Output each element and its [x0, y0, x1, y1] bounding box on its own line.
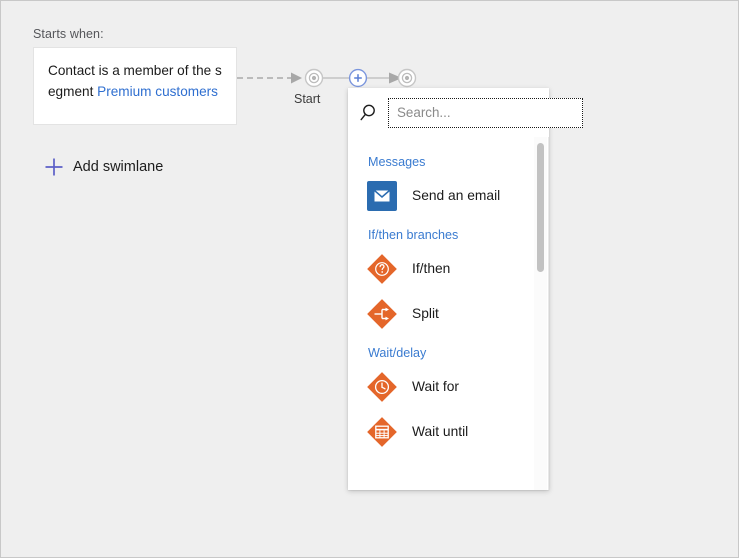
envelope-icon: [364, 178, 400, 214]
list-item-label: Send an email: [412, 188, 500, 203]
add-swimlane-label: Add swimlane: [73, 159, 163, 175]
plus-icon: [43, 156, 65, 178]
dashed-arrow-icon: [291, 73, 302, 84]
add-step-flyout: Messages Send an email If/then branches: [348, 88, 549, 490]
search-input[interactable]: [388, 98, 583, 128]
split-branch-icon: [364, 296, 400, 332]
flyout-scrollbar-thumb[interactable]: [537, 143, 544, 272]
add-swimlane-button[interactable]: Add swimlane: [43, 156, 163, 178]
step-list-inner: Messages Send an email If/then branches: [348, 137, 534, 454]
flyout-scrollbar[interactable]: [534, 137, 547, 490]
start-circle-icon[interactable]: [306, 70, 323, 87]
group-title-wait-delay: Wait/delay: [348, 336, 534, 364]
list-item-split[interactable]: Split: [348, 291, 534, 336]
end-circle-icon[interactable]: [399, 70, 416, 87]
list-item-label: Wait until: [412, 424, 468, 439]
journey-designer-canvas: Starts when: Contact is a member of the …: [0, 0, 739, 558]
group-title-if-then-branches: If/then branches: [348, 218, 534, 246]
calendar-icon: [364, 414, 400, 450]
segment-link[interactable]: Premium customers: [97, 84, 218, 99]
list-item-label: If/then: [412, 261, 450, 276]
list-item-wait-until[interactable]: Wait until: [348, 409, 534, 454]
list-item-send-an-email[interactable]: Send an email: [348, 173, 534, 218]
search-row: [348, 88, 549, 137]
plus-circle-icon[interactable]: [350, 70, 367, 87]
question-mark-icon: [364, 251, 400, 287]
list-item-wait-for[interactable]: Wait for: [348, 364, 534, 409]
trigger-card-text: Contact is a member of the segment Premi…: [48, 60, 222, 102]
list-item-label: Split: [412, 306, 439, 321]
trigger-card[interactable]: Contact is a member of the segment Premi…: [33, 47, 237, 125]
list-item-if-then[interactable]: If/then: [348, 246, 534, 291]
starts-when-label: Starts when:: [33, 27, 104, 41]
clock-icon: [364, 369, 400, 405]
group-title-messages: Messages: [348, 145, 534, 173]
step-list: Messages Send an email If/then branches: [348, 137, 549, 490]
search-icon: [357, 100, 383, 126]
list-item-label: Wait for: [412, 379, 459, 394]
start-node-label: Start: [294, 92, 320, 106]
